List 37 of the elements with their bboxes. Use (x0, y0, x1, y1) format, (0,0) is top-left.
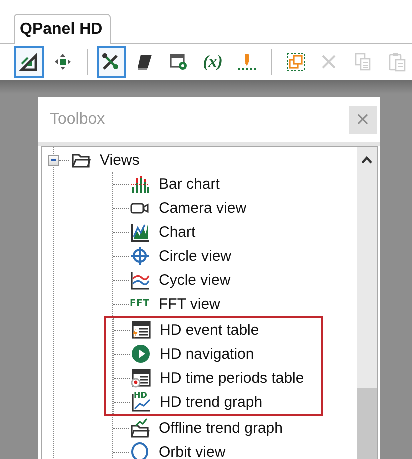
tree-item[interactable]: HD navigation (160, 346, 254, 362)
window-gear-icon (169, 52, 190, 72)
bring-front-icon (286, 52, 306, 72)
folder-trend-icon (130, 418, 150, 438)
tree-item[interactable]: Chart (159, 224, 196, 240)
time-table-icon (131, 368, 151, 388)
tree-item[interactable]: HD time periods table (160, 370, 304, 386)
collapse-icon[interactable] (48, 154, 59, 166)
panel-title: Toolbox (50, 110, 106, 128)
play-icon (131, 344, 151, 364)
tree-item[interactable]: FFT view (159, 296, 220, 312)
tools-icon (101, 52, 122, 72)
panel-tab[interactable]: QPanel HD (14, 14, 111, 44)
tree-item[interactable]: Cycle view (159, 272, 231, 288)
tree-item[interactable]: Offline trend graph (159, 420, 283, 436)
tree-item[interactable]: HD trend graph (160, 394, 263, 410)
event-table-icon (131, 320, 151, 340)
cycle-icon (130, 270, 150, 290)
toolbar-button[interactable] (14, 46, 44, 78)
toolbar-button[interactable] (96, 46, 126, 78)
fft-icon: FFT (130, 299, 150, 309)
tree-item[interactable]: Orbit view (159, 444, 226, 459)
tree-item[interactable]: Camera view (159, 200, 247, 216)
orbit-icon (130, 442, 150, 459)
tree-item[interactable]: Circle view (159, 248, 232, 264)
marker-icon (236, 52, 257, 72)
copy-icon (353, 52, 374, 72)
tree-folder[interactable]: Views (100, 152, 140, 168)
scroll-up-icon[interactable] (361, 156, 373, 164)
crosshair-icon (130, 246, 150, 266)
tree-item[interactable]: Bar chart (159, 176, 220, 192)
move-icon (52, 52, 73, 72)
hd-trend-icon: HD (131, 392, 151, 412)
chart-icon (130, 222, 150, 242)
bar-chart-icon (130, 174, 150, 194)
paste-icon (387, 52, 408, 72)
tree-item[interactable]: HD event table (160, 322, 260, 338)
